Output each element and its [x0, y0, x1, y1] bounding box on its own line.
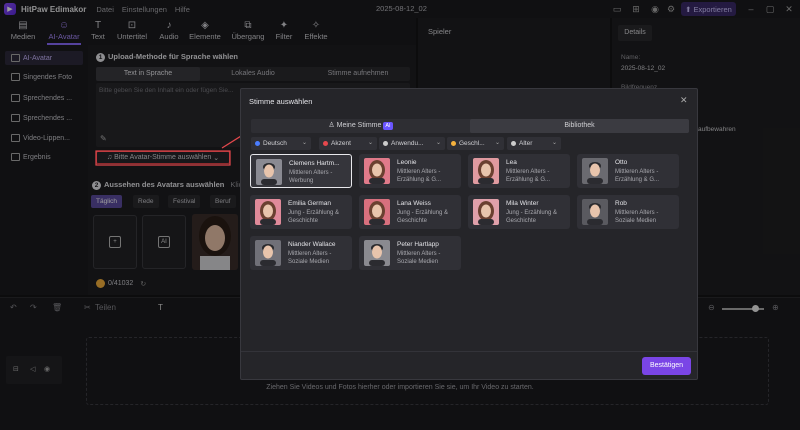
voice-name: Peter Hartlapp [397, 241, 439, 248]
voice-card[interactable]: Mila Winter Jung - Erzählung & Geschichte [468, 195, 570, 229]
age-icon [511, 140, 516, 146]
tab-library[interactable]: Bibliothek [470, 119, 689, 133]
voice-avatar [582, 158, 608, 184]
voice-avatar [473, 199, 499, 225]
voice-avatar [256, 159, 282, 185]
voice-avatar [255, 240, 281, 266]
gender-icon [451, 140, 456, 146]
voice-card[interactable]: Lea Mittleren Alters - Erzählung & G... [468, 154, 570, 188]
voice-avatar [364, 199, 390, 225]
voice-card[interactable]: Otto Mittleren Alters - Erzählung & G... [577, 154, 679, 188]
accent-icon [323, 140, 328, 146]
filter-accent[interactable]: Akzent ⌄ [319, 137, 377, 150]
voice-description: Mittleren Alters - Soziale Medien [288, 251, 332, 265]
voice-card[interactable]: Leonie Mittleren Alters - Erzählung & G..… [359, 154, 461, 188]
voice-avatar [582, 199, 608, 225]
voice-name: Emilia German [288, 200, 331, 207]
voice-name: Leonie [397, 159, 417, 166]
voice-portrait [473, 158, 499, 184]
voice-description: Mittleren Alters - Erzählung & G... [506, 169, 551, 183]
dialog-footer-divider [241, 351, 697, 352]
voice-portrait [364, 240, 390, 266]
voice-portrait [582, 158, 608, 184]
voice-portrait [364, 158, 390, 184]
filter-age[interactable]: Alter ⌄ [507, 137, 561, 150]
voice-description: Mittleren Alters - Erzählung & G... [397, 169, 442, 183]
voice-card[interactable]: Clemens Hartm... Mittleren Alters - Werbu… [250, 154, 352, 188]
voice-portrait [256, 159, 282, 185]
usage-icon [383, 140, 388, 146]
chevron-down-icon: ⌄ [367, 140, 373, 146]
voice-description: Jung - Erzählung & Geschichte [288, 210, 340, 224]
voice-name: Lea [506, 159, 517, 166]
voice-description: Mittleren Alters - Soziale Medien [615, 210, 659, 224]
voice-avatar [255, 199, 281, 225]
voice-name: Lana Weiss [397, 200, 431, 207]
voice-name: Clemens Hartm... [289, 160, 340, 167]
voice-card[interactable]: Emilia German Jung - Erzählung & Geschich… [250, 195, 352, 229]
voice-avatar [364, 240, 390, 266]
close-icon[interactable]: ✕ [680, 95, 688, 106]
voice-portrait [473, 199, 499, 225]
voice-card[interactable]: Lana Weiss Jung - Erzählung & Geschichte [359, 195, 461, 229]
voice-description: Mittleren Alters - Erzählung & G... [615, 169, 660, 183]
voice-portrait [255, 199, 281, 225]
voice-name: Otto [615, 159, 628, 166]
select-voice-dialog: Stimme auswählen ✕ ♙ Meine Stimme AI Bibl… [240, 88, 698, 380]
voice-source-tabs: ♙ Meine Stimme AI Bibliothek [251, 119, 689, 133]
voice-name: Rob [615, 200, 627, 207]
chevron-down-icon: ⌄ [551, 140, 557, 146]
voice-card[interactable]: Rob Mittleren Alters - Soziale Medien [577, 195, 679, 229]
chevron-down-icon: ⌄ [494, 140, 500, 146]
voice-description: Jung - Erzählung & Geschichte [506, 210, 558, 224]
voice-card[interactable]: Niander Wallace Mittleren Alters - Sozial… [250, 236, 352, 270]
voice-portrait [364, 199, 390, 225]
person-icon: ♙ [328, 122, 337, 129]
confirm-button[interactable]: Bestätigen [642, 357, 691, 375]
chevron-down-icon: ⌄ [435, 140, 441, 146]
voice-name: Niander Wallace [288, 241, 336, 248]
voice-description: Mittleren Alters - Soziale Medien [397, 251, 441, 265]
filter-gender[interactable]: Geschl... ⌄ [447, 137, 504, 150]
tab-my-voice[interactable]: ♙ Meine Stimme AI [251, 119, 470, 133]
voice-description: Jung - Erzählung & Geschichte [397, 210, 449, 224]
voice-portrait [582, 199, 608, 225]
voice-description: Mittleren Alters - Werbung [289, 170, 333, 184]
filter-usage[interactable]: Anwendu... ⌄ [379, 137, 445, 150]
voice-name: Mila Winter [506, 200, 539, 207]
filter-language[interactable]: Deutsch ⌄ [251, 137, 311, 150]
language-icon [255, 140, 260, 146]
voice-avatar [364, 158, 390, 184]
voice-card[interactable]: Peter Hartlapp Mittleren Alters - Soziale… [359, 236, 461, 270]
voice-avatar [473, 158, 499, 184]
voice-portrait [255, 240, 281, 266]
chevron-down-icon: ⌄ [301, 140, 307, 146]
dialog-title: Stimme auswählen [249, 97, 313, 106]
